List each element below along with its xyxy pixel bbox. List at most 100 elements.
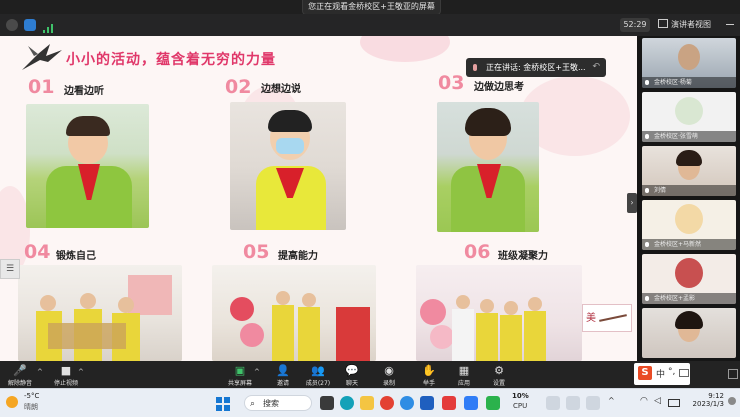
app-icon[interactable] — [420, 396, 434, 410]
wifi-icon[interactable]: ◠ — [640, 396, 648, 406]
participant-tile[interactable]: 刘倩 — [642, 146, 736, 196]
notification-badge[interactable] — [728, 397, 736, 405]
section-label: 锻炼自己 — [56, 251, 96, 262]
sharing-banner-text: 您正在观看金桥校区+王敬亚的屏幕 — [308, 2, 435, 11]
windows-taskbar: -5°C 晴朗 ⌕ 搜索 10% CPU ^ ◠ ◁ 9:12 2023/1/3 — [0, 388, 740, 417]
members-icon: 👥 — [311, 364, 325, 377]
apps-button[interactable]: ▦ 应用 — [450, 361, 478, 388]
tray-app-icon[interactable] — [566, 396, 580, 410]
battery-icon[interactable] — [668, 399, 680, 407]
avatar — [675, 204, 703, 234]
volume-icon[interactable]: ◁ — [654, 396, 661, 406]
signal-icon[interactable] — [42, 19, 54, 33]
meeting-top-bar: 52:29 演讲者视图 — [0, 14, 740, 37]
mic-icon — [473, 64, 477, 71]
start-button[interactable] — [216, 396, 230, 411]
invite-button[interactable]: 👤 邀请 — [268, 361, 298, 388]
presenter-view-button[interactable]: 演讲者视图 — [658, 18, 718, 32]
weather-desc: 晴朗 — [24, 403, 38, 411]
weather-temp: -5°C — [24, 392, 40, 400]
chat-label: 聊天 — [345, 380, 358, 387]
edge-browser-icon[interactable] — [340, 396, 354, 410]
share-label: 共享屏幕 — [227, 380, 252, 387]
tray-app-icon[interactable] — [546, 396, 560, 410]
participant-tile[interactable]: 金桥校区·杨菊 — [642, 38, 736, 88]
mic-icon — [645, 242, 649, 247]
weather-widget[interactable]: -5°C 晴朗 — [6, 392, 66, 414]
hand-icon: ✋ — [422, 364, 436, 377]
minimize-icon[interactable] — [726, 24, 734, 25]
participant-name: 金桥校区+马新然 — [654, 241, 702, 248]
apps-icon: ▦ — [458, 364, 470, 377]
activity-photo — [437, 102, 539, 232]
wps-icon[interactable] — [442, 396, 456, 410]
chat-button[interactable]: 💬 聊天 — [338, 361, 366, 388]
punctuation-icon[interactable]: °, — [668, 367, 675, 377]
browser-icon[interactable] — [400, 396, 414, 410]
task-view-icon[interactable] — [320, 396, 334, 410]
settings-button[interactable]: ⚙ 设置 — [485, 361, 513, 388]
section-number: 04 — [24, 241, 51, 263]
sogou-ime-icon: S — [638, 366, 652, 380]
share-screen-button[interactable]: ▣ 共享屏幕 — [222, 361, 258, 388]
file-explorer-icon[interactable] — [360, 396, 374, 410]
keyboard-icon[interactable] — [679, 369, 689, 377]
slide-list-icon[interactable]: ☰ — [0, 259, 20, 279]
ime-lang[interactable]: 中 — [656, 367, 665, 380]
share-screen-icon: ▣ — [234, 364, 246, 377]
settings-label: 设置 — [492, 380, 505, 387]
mute-options-icon[interactable]: ^ — [37, 368, 43, 376]
chrome-icon[interactable] — [380, 396, 394, 410]
participant-face — [678, 44, 700, 70]
activity-photo — [18, 265, 182, 361]
section-label: 提高能力 — [278, 251, 318, 262]
tray-app-icon[interactable] — [586, 396, 600, 410]
meeting-timer: 52:29 — [620, 18, 650, 32]
speaking-indicator: 正在讲话: 金桥校区+王敬... ↶ — [466, 58, 606, 77]
info-icon[interactable] — [6, 19, 18, 31]
cpu-monitor[interactable]: 10% CPU — [506, 392, 536, 414]
sharing-banner: 您正在观看金桥校区+王敬亚的屏幕 — [302, 0, 441, 15]
members-button[interactable]: 👥 成员(27) — [300, 361, 336, 388]
members-label: 成员(27) — [305, 380, 331, 387]
section-number: 03 — [438, 72, 465, 94]
record-label: 录制 — [382, 380, 395, 387]
section-number: 02 — [225, 76, 252, 98]
cpu-value: 10% — [512, 392, 529, 400]
back-icon[interactable]: ↶ — [592, 58, 600, 77]
sun-icon — [6, 396, 18, 408]
mute-button[interactable]: 🎤 解除静音 — [4, 361, 36, 388]
participant-tile[interactable] — [642, 308, 736, 358]
ime-toolbar[interactable]: S 中 °, — [634, 363, 690, 385]
video-options-icon[interactable]: ^ — [78, 368, 84, 376]
participant-sidebar: 金桥校区·杨菊 金桥校区·张雪萌 刘倩 金桥校区+马新然 金桥校区+孟影 — [637, 36, 740, 361]
cpu-label: CPU — [513, 402, 528, 410]
search-icon: ⌕ — [250, 399, 256, 409]
wechat-icon[interactable] — [486, 396, 500, 410]
raise-hand-button[interactable]: ✋ 举手 — [415, 361, 443, 388]
collapse-sidebar-icon[interactable]: › — [627, 193, 637, 213]
taskbar-search[interactable]: ⌕ 搜索 — [244, 395, 312, 411]
shield-icon[interactable] — [24, 19, 36, 31]
stamp-text: 美 — [586, 313, 596, 324]
participant-tile[interactable]: 金桥校区·张雪萌 — [642, 92, 736, 142]
share-options-icon[interactable]: ^ — [254, 368, 260, 376]
blossom-decor — [360, 36, 450, 62]
grid-icon[interactable] — [728, 369, 738, 379]
chevron-up-icon[interactable]: ^ — [608, 396, 615, 405]
participant-hair — [676, 150, 702, 166]
invite-label: 邀请 — [276, 380, 289, 387]
section-number: 01 — [28, 76, 55, 98]
clock-time: 9:12 — [708, 392, 724, 400]
participant-name: 金桥校区·杨菊 — [654, 79, 692, 86]
search-label: 搜索 — [263, 399, 279, 408]
record-button[interactable]: ◉ 录制 — [375, 361, 403, 388]
clock[interactable]: 9:12 2023/1/3 — [682, 392, 724, 414]
mic-icon — [645, 296, 649, 301]
tencent-meeting-icon[interactable] — [464, 396, 478, 410]
avatar — [675, 258, 703, 288]
clock-date: 2023/1/3 — [692, 400, 724, 408]
mic-icon: 🎤 — [13, 364, 27, 377]
participant-tile[interactable]: 金桥校区+马新然 — [642, 200, 736, 250]
participant-tile[interactable]: 金桥校区+孟影 — [642, 254, 736, 304]
